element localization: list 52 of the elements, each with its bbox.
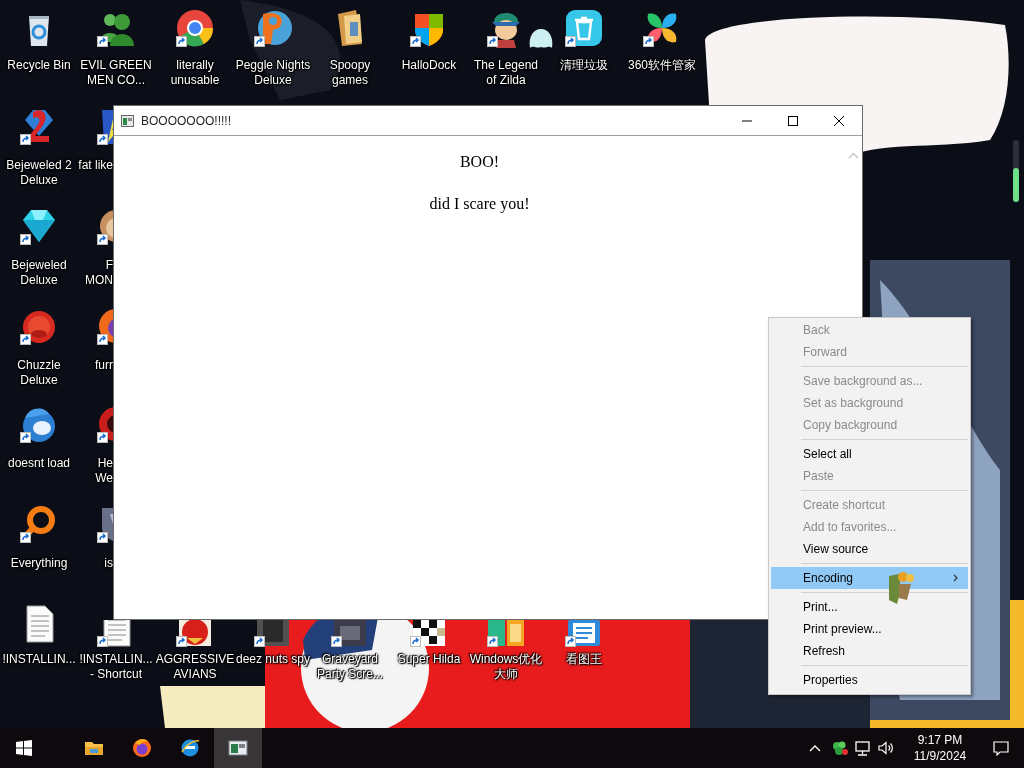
- icon-label: 看图王: [565, 652, 603, 667]
- ghost-sprite: [528, 28, 554, 50]
- taskbar-button[interactable]: [214, 728, 262, 768]
- clock-time[interactable]: 9:17 PM: [902, 732, 978, 748]
- window-app-icon: [121, 114, 134, 127]
- icon-label: F MON: [85, 258, 113, 288]
- icon-label: Windows优化 大师: [468, 652, 544, 682]
- window-title: BOOOOOOO!!!!!: [141, 112, 232, 130]
- menu-item[interactable]: View source: [771, 538, 968, 560]
- icon-label: is: [104, 556, 113, 571]
- icon-label: HalloDock: [400, 58, 458, 73]
- icon-label: literally unusable: [169, 58, 221, 88]
- page-heading: BOO!: [459, 152, 500, 172]
- network-icon[interactable]: [855, 740, 872, 756]
- menu-item[interactable]: Print preview...: [771, 618, 968, 640]
- icon-label: Peggle Nights Deluxe: [234, 58, 312, 88]
- icon-label: Chuzzle Deluxe: [16, 358, 62, 388]
- browser-icon[interactable]: [180, 738, 200, 758]
- icon-label: Bejeweled Deluxe: [10, 258, 68, 288]
- icon-label: 清理垃圾: [559, 58, 609, 73]
- app-window-icon[interactable]: [228, 738, 248, 758]
- notification-icon[interactable]: [993, 740, 1009, 756]
- chevron-up-icon[interactable]: [809, 744, 821, 752]
- icon-label: He We: [95, 456, 113, 486]
- menu-item[interactable]: Refresh: [771, 640, 968, 662]
- page-message: did I scare you!: [429, 194, 530, 215]
- icon-label: Graveyard Party Scre...: [315, 652, 384, 682]
- icon-label: Bejeweled 2 Deluxe: [5, 158, 73, 188]
- clock-date[interactable]: 11/9/2024: [902, 748, 978, 764]
- menu-item[interactable]: Print...: [771, 596, 968, 618]
- app-icon[interactable]: [175, 8, 215, 48]
- icon-label: !INSTALLIN...: [1, 652, 77, 667]
- maximize-icon[interactable]: [788, 115, 798, 126]
- icon-label: The Legend of Zilda: [472, 58, 540, 88]
- menu-item[interactable]: Properties: [771, 669, 968, 691]
- browser-icon[interactable]: [132, 738, 152, 758]
- icon-label: Recycle Bin: [6, 58, 72, 73]
- close-icon[interactable]: [834, 115, 844, 126]
- icon-label: EVIL GREEN MEN CO...: [79, 58, 153, 88]
- icon-label: AGGRESSIVE AVIANS: [155, 652, 235, 682]
- windows-logo-icon[interactable]: [16, 740, 32, 756]
- icon-label: furr: [95, 358, 113, 373]
- icon-label: !INSTALLIN... - Shortcut: [78, 652, 154, 682]
- volume-icon[interactable]: [878, 741, 894, 755]
- icon-label: Everything: [9, 556, 69, 571]
- icon-label: doesnt load: [6, 456, 72, 471]
- icon-label: fat like: [78, 158, 113, 173]
- icon-label: Spoopy games: [328, 58, 372, 88]
- tray-app-icon[interactable]: [831, 740, 849, 756]
- menu-item[interactable]: Encoding: [771, 567, 968, 589]
- menu-item[interactable]: Select all: [771, 443, 968, 465]
- icon-label: 360软件管家: [627, 58, 697, 73]
